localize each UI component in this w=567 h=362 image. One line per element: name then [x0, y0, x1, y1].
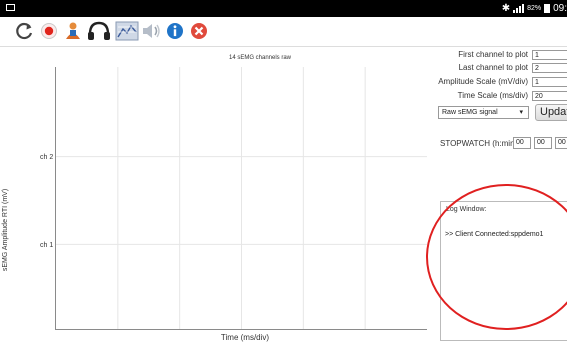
- stopwatch-hours: 00: [513, 137, 531, 149]
- speaker-icon[interactable]: [140, 20, 162, 42]
- last-channel-input[interactable]: 2: [532, 63, 567, 73]
- first-channel-label: First channel to plot: [458, 50, 528, 59]
- amplitude-scale-input[interactable]: 1: [532, 77, 567, 87]
- time-scale-label: Time Scale (ms/div): [457, 91, 528, 100]
- first-channel-input[interactable]: 1: [532, 50, 567, 60]
- status-clock: 09:: [553, 3, 567, 14]
- stopwatch-minutes: 00: [534, 137, 552, 149]
- plot-title: 14 sEMG channels raw: [228, 55, 292, 61]
- y-axis-label: sEMG Amplitude RTI (mV): [2, 188, 9, 272]
- log-line: >> Client Connected:sppdemo1: [445, 231, 544, 238]
- refresh-icon[interactable]: [14, 20, 36, 42]
- log-title: Log Window:: [446, 206, 487, 213]
- update-button[interactable]: Update: [535, 104, 567, 121]
- battery-icon: [544, 4, 551, 13]
- ytick-ch2: ch 2: [40, 154, 54, 161]
- log-window[interactable]: Log Window: >> Client Connected:sppdemo1: [440, 201, 567, 341]
- screenshot-notification-icon: [6, 4, 15, 11]
- person-icon[interactable]: [62, 20, 84, 42]
- chart-icon[interactable]: [115, 20, 139, 42]
- close-icon[interactable]: [188, 20, 210, 42]
- bluetooth-icon: ✱: [501, 3, 511, 14]
- ytick-ch1: ch 1: [40, 242, 54, 249]
- x-axis-label: Time (ms/div): [220, 333, 270, 342]
- signal-type-select[interactable]: Raw sEMG signal ▾: [438, 106, 529, 119]
- status-bar: ✱ 82% 09:: [0, 0, 567, 17]
- signal-strength-icon: [513, 4, 525, 13]
- plot-grid: [56, 67, 427, 329]
- stopwatch-label: STOPWATCH (h:min:s): [440, 139, 524, 148]
- stopwatch-seconds: 00: [555, 137, 567, 149]
- signal-type-value: Raw sEMG signal: [442, 109, 498, 116]
- info-icon[interactable]: [164, 20, 186, 42]
- toolbar: [0, 17, 567, 47]
- last-channel-label: Last channel to plot: [458, 63, 528, 72]
- battery-percent: 82%: [527, 5, 542, 12]
- status-icons: ✱ 82% 09:: [502, 1, 567, 16]
- dropdown-caret-icon: ▾: [519, 109, 523, 116]
- amplitude-scale-label: Amplitude Scale (mV/div): [438, 77, 528, 86]
- record-icon[interactable]: [38, 20, 60, 42]
- emg-plot: [55, 67, 427, 330]
- app-window: ✱ 82% 09: 14 sEMG channels raw sEMG Ampl…: [0, 0, 567, 362]
- time-scale-input[interactable]: 20: [532, 91, 567, 101]
- headphones-icon[interactable]: [86, 20, 112, 42]
